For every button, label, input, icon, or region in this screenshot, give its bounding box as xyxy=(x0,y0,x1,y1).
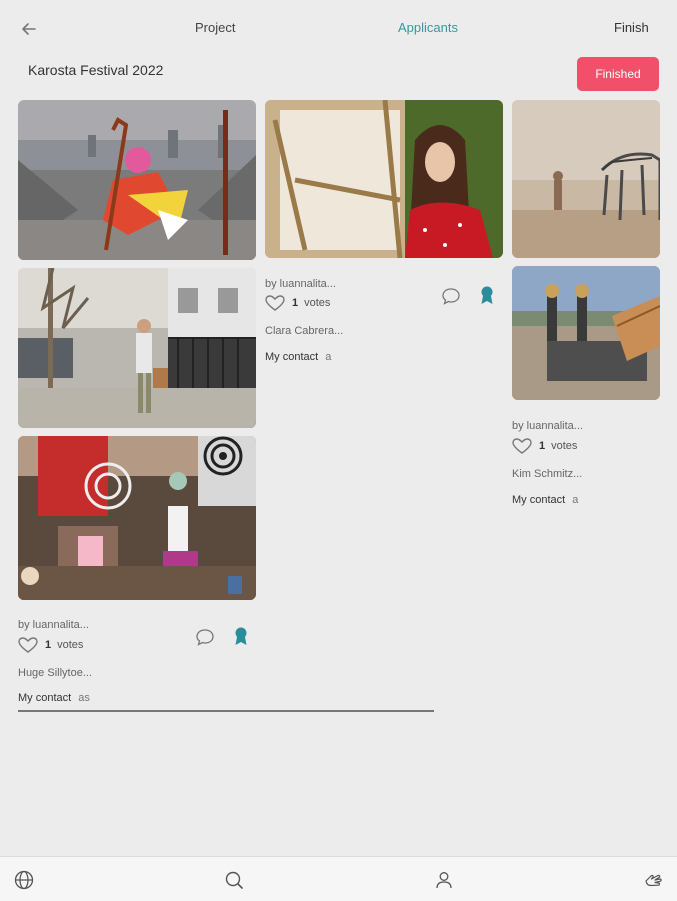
contact-suffix: a xyxy=(572,494,579,506)
finished-button[interactable]: Finished xyxy=(577,57,659,91)
card-contact[interactable]: My contact as xyxy=(18,692,90,704)
globe-icon[interactable] xyxy=(13,869,35,891)
votes-count: 1 votes xyxy=(292,297,330,309)
votes-number: 1 xyxy=(45,639,52,651)
award-icon[interactable] xyxy=(477,285,497,305)
photo-image xyxy=(18,268,256,428)
card-contact[interactable]: My contact a xyxy=(265,351,331,363)
search-icon[interactable] xyxy=(223,869,245,891)
top-bar: Project Applicants Finish xyxy=(0,0,677,56)
votes-label: votes xyxy=(304,297,331,309)
votes-number: 1 xyxy=(539,440,546,452)
photo-image xyxy=(265,100,503,258)
contact-suffix: a xyxy=(325,351,332,363)
tab-finish[interactable]: Finish xyxy=(614,20,649,35)
contact-suffix: as xyxy=(78,692,90,704)
card-contact[interactable]: My contact a xyxy=(512,494,578,506)
heart-icon[interactable] xyxy=(17,636,39,654)
bottom-nav xyxy=(0,856,677,901)
card-author: by luannalita... xyxy=(18,619,89,631)
contact-label: My contact xyxy=(512,494,566,506)
card-author: by luannalita... xyxy=(512,420,583,432)
votes-number: 1 xyxy=(292,297,299,309)
card-applicant-name: Clara Cabrera... xyxy=(265,325,344,337)
comment-icon[interactable] xyxy=(441,286,461,306)
project-title: Karosta Festival 2022 xyxy=(28,62,164,78)
card-applicant-name: Huge Sillytoe... xyxy=(18,667,92,679)
photo-art-installation-crowd[interactable] xyxy=(18,436,256,600)
votes-label: votes xyxy=(57,639,84,651)
votes-count: 1 votes xyxy=(45,639,83,651)
tab-project[interactable]: Project xyxy=(195,20,235,35)
arrow-left-icon[interactable] xyxy=(18,18,40,40)
photo-image xyxy=(512,266,660,400)
photo-image xyxy=(18,436,256,600)
photo-image xyxy=(18,100,256,260)
profile-icon[interactable] xyxy=(433,869,455,891)
votes-count: 1 votes xyxy=(539,440,577,452)
photo-street-walker[interactable] xyxy=(18,268,256,428)
photo-image xyxy=(512,100,660,258)
contact-label: My contact xyxy=(265,351,319,363)
photo-costumed-performer[interactable] xyxy=(18,100,256,260)
comment-icon[interactable] xyxy=(195,627,215,647)
card-author: by luannalita... xyxy=(265,278,336,290)
horizontal-scrollbar[interactable] xyxy=(18,710,434,712)
tab-applicants[interactable]: Applicants xyxy=(398,20,458,35)
photo-sculpture-landscape[interactable] xyxy=(512,266,660,400)
heart-icon[interactable] xyxy=(264,294,286,312)
heart-icon[interactable] xyxy=(511,437,533,455)
votes-label: votes xyxy=(551,440,578,452)
hand-icon[interactable] xyxy=(642,869,664,891)
photo-woman-easel[interactable] xyxy=(265,100,503,258)
contact-label: My contact xyxy=(18,692,72,704)
card-applicant-name: Kim Schmitz... xyxy=(512,468,583,480)
award-icon[interactable] xyxy=(231,626,251,646)
photo-fog-dinosaur[interactable] xyxy=(512,100,660,258)
